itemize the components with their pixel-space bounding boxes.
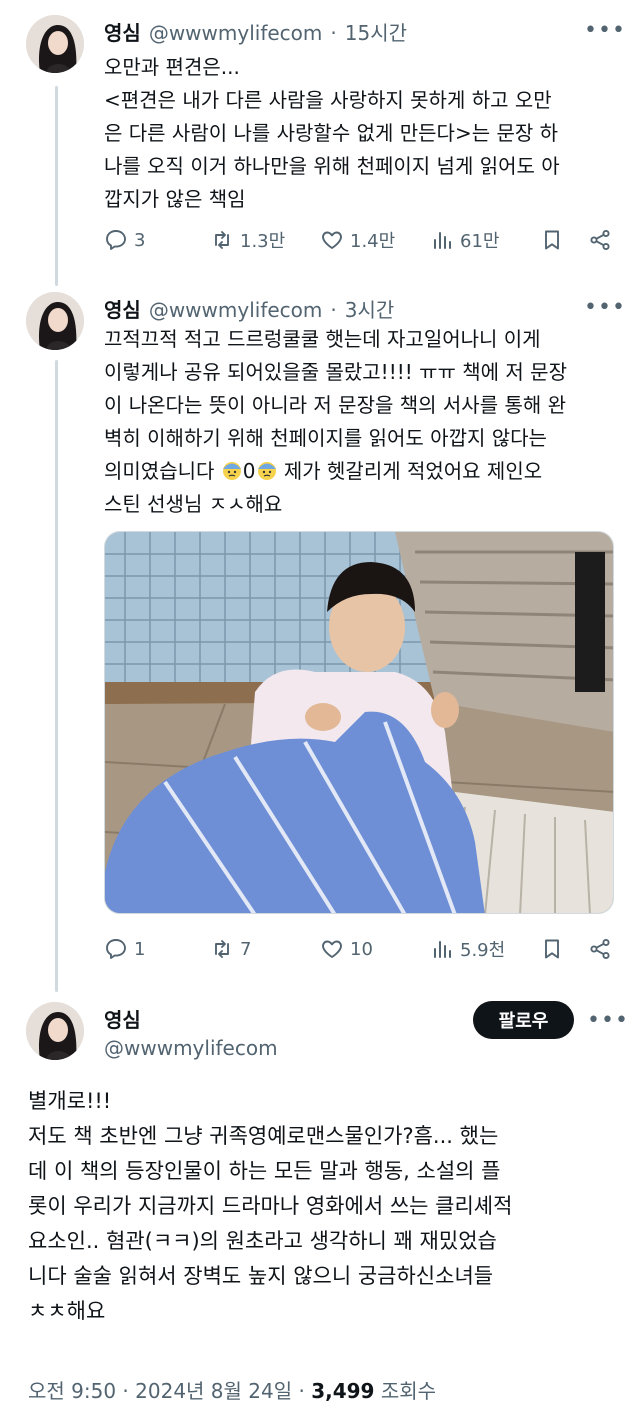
reply-count: 1 <box>134 938 146 960</box>
tweet-text-line: 의미였습니다 0 제가 헷갈리게 적었어요 제인오 <box>104 455 567 488</box>
views-icon <box>434 232 451 249</box>
like-count: 10 <box>350 938 373 960</box>
retweet-button[interactable]: 1.3만 <box>210 227 285 253</box>
tweet-text-line: 은 다른 사람이 나를 사랑할수 없게 만든다>는 문장 하 <box>104 121 559 145</box>
avatar[interactable] <box>26 1002 84 1060</box>
more-icon[interactable]: ••• <box>587 1010 629 1032</box>
retweet-count: 7 <box>240 938 252 960</box>
bookmark-button[interactable] <box>540 937 564 961</box>
tweet-text: 오만과 편견은... <편견은 내가 다른 사람을 사랑하지 못하게 하고 오만… <box>104 51 560 216</box>
tweet-text-line: 요소인.. 혐관(ㅋㅋ)의 원초라고 생각하니 꽤 재밌었습 <box>28 1229 497 1253</box>
cold-sweat-emoji <box>222 462 241 480</box>
tweet-time[interactable]: 3시간 <box>345 294 395 323</box>
tweet-text-line: 니다 술술 읽혀서 장벽도 높지 않으니 궁금하신소녀들 <box>28 1264 494 1288</box>
share-button[interactable] <box>588 228 612 252</box>
tweet-media-image[interactable] <box>104 531 614 914</box>
tweet-metadata: 오전 9:50 · 2024년 8월 24일 · 3,499 조회수 <box>28 1375 436 1404</box>
like-button[interactable]: 10 <box>320 937 373 961</box>
views-icon <box>434 941 451 958</box>
author-name[interactable]: 영심 <box>104 1004 141 1033</box>
tweet-text: 끄적끄적 적고 드르렁쿨쿨 햇는데 자고일어나니 이게 이렇게나 공유 되어있을… <box>104 323 567 521</box>
like-icon <box>322 940 342 958</box>
thread-connector <box>55 86 58 286</box>
share-button[interactable] <box>588 937 612 961</box>
author-name[interactable]: 영심 <box>104 294 141 323</box>
thread-connector <box>55 360 58 992</box>
view-label: 조회수 <box>374 1379 437 1403</box>
tweet-text-fragment: 0 <box>242 459 256 483</box>
views-count: 5.9천 <box>460 940 506 961</box>
reply-button[interactable]: 1 <box>104 937 145 961</box>
tweet-text-line: 롯이 우리가 지금까지 드라마나 영화에서 쓰는 클리셰적 <box>28 1194 513 1218</box>
bookmark-icon <box>545 939 559 959</box>
tweet-text-line: <편견은 내가 다른 사람을 사랑하지 못하게 하고 오만 <box>104 88 552 112</box>
tweet-timestamp[interactable]: 오전 9:50 · 2024년 8월 24일 · <box>28 1379 311 1403</box>
views-count: 61만 <box>460 231 500 252</box>
action-bar: 1 7 10 5.9천 <box>104 934 614 964</box>
bookmark-icon <box>545 230 559 250</box>
like-icon <box>322 231 342 249</box>
tweet-time[interactable]: 15시간 <box>345 17 407 46</box>
tweet-text-fragment: 의미였습니다 <box>104 459 215 483</box>
tweet-text-line: ㅊㅊ해요 <box>28 1299 106 1323</box>
retweet-button[interactable]: 7 <box>210 937 251 961</box>
tweet-text-line: 저도 책 초반엔 그냥 귀족영예로맨스물인가?흠... 했는 <box>28 1124 499 1148</box>
tweet-text-line: 이렇게나 공유 되어있을줄 몰랐고!!!! ㅠㅠ 책에 저 문장 <box>104 360 567 384</box>
author-handle[interactable]: @wwwmylifecom <box>149 21 323 45</box>
tweet-text-line: 데 이 책의 등장인물이 하는 모든 말과 행동, 소설의 플 <box>28 1159 501 1183</box>
tweet-text-line: 나를 오직 이거 하나만을 위해 천페이지 넘게 읽어도 아 <box>104 154 560 178</box>
like-count: 1.4만 <box>350 231 396 252</box>
author-handle[interactable]: @wwwmylifecom <box>104 1036 278 1060</box>
share-icon <box>590 229 610 251</box>
more-icon[interactable]: ••• <box>584 297 626 319</box>
reply-icon <box>106 230 126 250</box>
tweet-text-fragment: 제가 헷갈리게 적었어요 제인오 <box>283 459 543 483</box>
tweet-text-line: 벽히 이해하기 위해 천페이지를 읽어도 아깝지 않다는 <box>104 426 547 450</box>
share-icon <box>590 938 610 960</box>
tweet-text-line: 이 나온다는 뜻이 아니라 저 문장을 책의 서사를 통해 완 <box>104 393 567 417</box>
like-button[interactable]: 1.4만 <box>320 227 395 253</box>
retweet-count: 1.3만 <box>240 231 286 252</box>
reply-count: 3 <box>134 229 146 251</box>
more-icon[interactable]: ••• <box>584 20 626 42</box>
separator-dot: · <box>330 298 337 322</box>
author-handle[interactable]: @wwwmylifecom <box>149 298 323 322</box>
reply-icon <box>106 939 126 959</box>
tweet-text-line: 별개로!!! <box>28 1089 112 1113</box>
bookmark-button[interactable] <box>540 228 564 252</box>
tweet-text-line: 스틴 선생님 ㅈㅅ해요 <box>104 492 283 516</box>
views-button[interactable]: 5.9천 <box>430 936 505 962</box>
tweet-text-line: 오만과 편견은... <box>104 55 240 79</box>
action-bar: 3 1.3만 1.4만 61만 <box>104 225 614 255</box>
follow-button[interactable]: 팔로우 <box>473 1001 574 1039</box>
separator-dot: · <box>330 21 337 45</box>
tweet-text: 별개로!!! 저도 책 초반엔 그냥 귀족영예로맨스물인가?흠... 했는 데 … <box>28 1084 512 1329</box>
avatar[interactable] <box>26 15 84 73</box>
view-count: 3,499 <box>311 1379 375 1403</box>
retweet-icon <box>215 940 229 958</box>
cold-sweat-emoji <box>257 462 276 480</box>
reply-button[interactable]: 3 <box>104 228 145 252</box>
views-button[interactable]: 61만 <box>430 227 499 253</box>
tweet-text-line: 끄적끄적 적고 드르렁쿨쿨 햇는데 자고일어나니 이게 <box>104 327 541 351</box>
retweet-icon <box>215 231 229 249</box>
avatar[interactable] <box>26 292 84 350</box>
tweet-text-line: 깝지가 않은 책임 <box>104 187 246 211</box>
author-name[interactable]: 영심 <box>104 17 141 46</box>
